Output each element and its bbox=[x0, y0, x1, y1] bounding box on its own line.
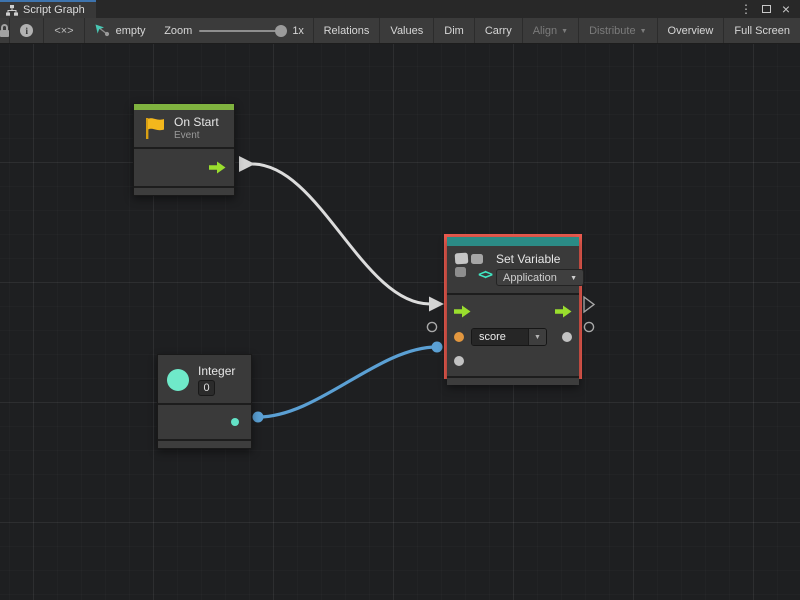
node-footer bbox=[134, 186, 234, 195]
integer-icon bbox=[167, 369, 189, 391]
zoom-control: Zoom 1x bbox=[156, 18, 314, 43]
variable-name-value[interactable]: score bbox=[472, 329, 528, 345]
variable-scope-dropdown[interactable]: Application ▼ bbox=[496, 269, 584, 286]
dim-button[interactable]: Dim bbox=[434, 18, 475, 43]
flow-input-port[interactable] bbox=[454, 305, 471, 318]
close-icon[interactable]: × bbox=[778, 1, 794, 17]
variables-icon: <> bbox=[455, 252, 489, 280]
fullscreen-button[interactable]: Full Screen bbox=[724, 18, 800, 43]
code-preview-button[interactable]: <×> bbox=[44, 18, 84, 43]
graph-breadcrumb[interactable]: empty bbox=[85, 18, 156, 43]
chevron-down-icon: ▼ bbox=[570, 275, 577, 282]
graph-hierarchy-icon bbox=[6, 5, 18, 16]
node-on-start[interactable]: On Start Event bbox=[133, 103, 235, 196]
flag-icon bbox=[143, 116, 167, 140]
node-title: Set Variable bbox=[496, 252, 584, 266]
variable-name-dropdown-button[interactable]: ▼ bbox=[528, 329, 546, 345]
wire-layer bbox=[0, 44, 800, 600]
zoom-label: Zoom bbox=[164, 25, 192, 37]
selection-outline: <> Set Variable Application ▼ bbox=[444, 234, 582, 379]
variable-name-field: score ▼ bbox=[471, 328, 547, 346]
node-footer bbox=[158, 439, 251, 448]
chevron-down-icon: ▼ bbox=[640, 28, 647, 35]
carry-button[interactable]: Carry bbox=[475, 18, 523, 43]
zoom-slider-handle[interactable] bbox=[275, 25, 287, 37]
value-output-external-port[interactable] bbox=[584, 322, 593, 331]
flow-wire[interactable] bbox=[252, 164, 430, 304]
maximize-icon[interactable] bbox=[758, 1, 774, 17]
code-brackets-icon: <×> bbox=[54, 25, 73, 37]
lock-icon bbox=[0, 24, 9, 37]
graph-canvas[interactable]: On Start Event <> bbox=[0, 44, 800, 600]
node-header-bar bbox=[447, 237, 579, 246]
flow-output-port[interactable] bbox=[555, 305, 572, 318]
value-output-port[interactable] bbox=[562, 332, 572, 342]
menu-icon[interactable]: ⋮ bbox=[738, 1, 754, 17]
flow-output-port[interactable] bbox=[209, 161, 226, 174]
tab-title: Script Graph bbox=[23, 4, 85, 16]
window-controls: ⋮ × bbox=[738, 0, 800, 18]
chevron-down-icon: ▼ bbox=[561, 28, 568, 35]
flow-wire-arrowhead-start bbox=[239, 156, 255, 172]
zoom-slider[interactable] bbox=[199, 30, 285, 32]
flow-wire-arrowhead-end bbox=[429, 297, 444, 312]
info-button[interactable]: i bbox=[10, 18, 44, 43]
node-subtitle: Event bbox=[174, 130, 219, 141]
distribute-button[interactable]: Distribute ▼ bbox=[579, 18, 657, 43]
title-bar: Script Graph ⋮ × bbox=[0, 0, 800, 18]
tab-script-graph[interactable]: Script Graph bbox=[0, 0, 96, 18]
lock-button[interactable] bbox=[0, 18, 10, 43]
node-set-variable[interactable]: <> Set Variable Application ▼ bbox=[447, 237, 579, 385]
relations-button[interactable]: Relations bbox=[314, 18, 381, 43]
variable-name-input-port[interactable] bbox=[454, 332, 464, 342]
value-wire-endpoint bbox=[432, 342, 443, 353]
graph-breadcrumb-icon bbox=[95, 24, 110, 37]
overview-button[interactable]: Overview bbox=[658, 18, 725, 43]
toolbar: i <×> empty Zoom 1x Relations Values Dim… bbox=[0, 18, 800, 44]
zoom-value: 1x bbox=[292, 25, 304, 37]
values-button[interactable]: Values bbox=[380, 18, 434, 43]
breadcrumb-label: empty bbox=[116, 25, 146, 37]
flow-output-external-port[interactable] bbox=[584, 297, 594, 312]
value-wire[interactable] bbox=[258, 347, 437, 417]
node-title: On Start bbox=[174, 115, 219, 129]
node-integer[interactable]: Integer 0 bbox=[157, 354, 252, 449]
integer-output-port[interactable] bbox=[231, 418, 239, 426]
chevron-down-icon: ▼ bbox=[534, 334, 541, 341]
value-input-port[interactable] bbox=[454, 356, 464, 366]
node-title: Integer bbox=[198, 364, 235, 378]
info-icon: i bbox=[20, 24, 33, 37]
node-footer bbox=[447, 376, 579, 385]
value-input-external-port[interactable] bbox=[427, 322, 436, 331]
integer-value-field[interactable]: 0 bbox=[198, 380, 215, 396]
value-wire-endpoint bbox=[253, 412, 264, 423]
align-button[interactable]: Align ▼ bbox=[523, 18, 579, 43]
